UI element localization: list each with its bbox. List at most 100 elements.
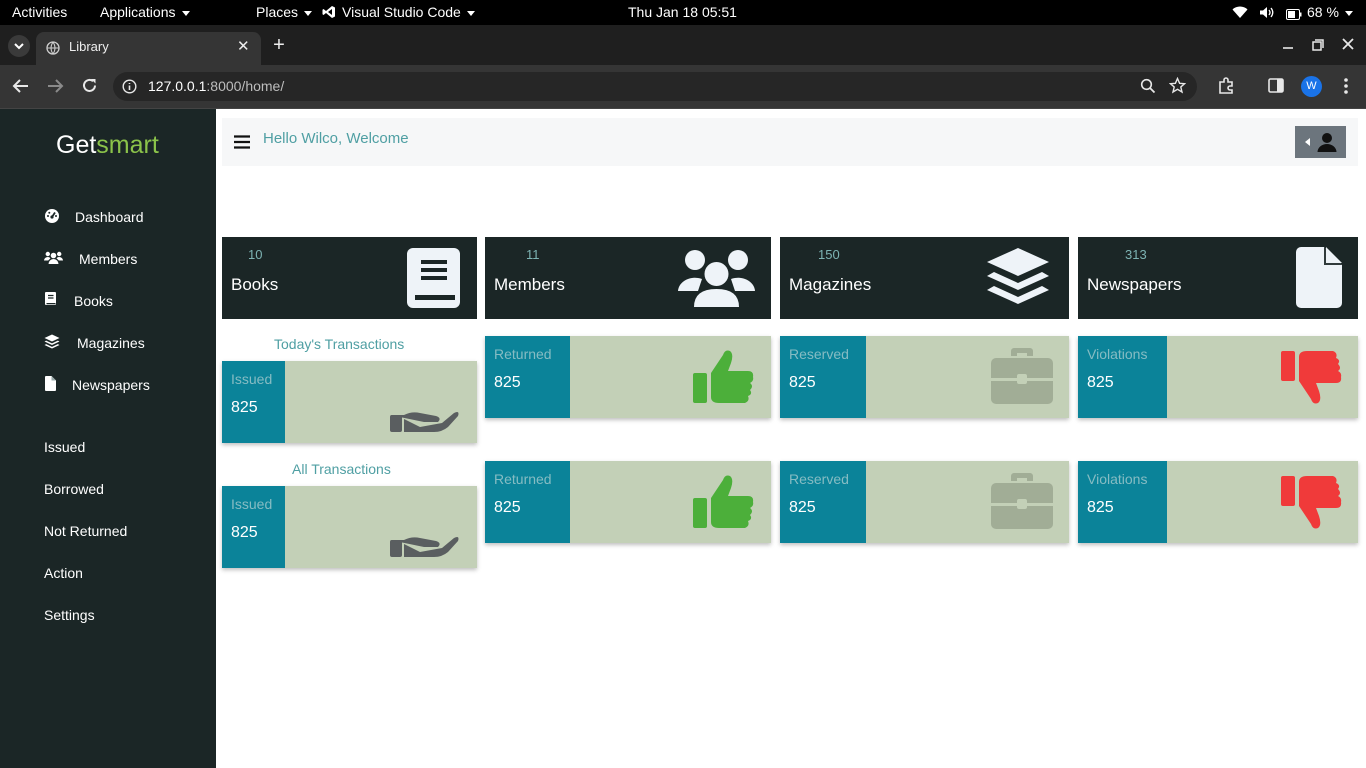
- clock[interactable]: Thu Jan 18 05:51: [628, 0, 737, 25]
- sidebar-item-issued[interactable]: Issued: [0, 435, 216, 461]
- restore-icon[interactable]: [1312, 38, 1324, 55]
- chevron-down-icon: [14, 43, 24, 50]
- stat-card-newspapers[interactable]: 313 Newspapers: [1078, 237, 1358, 319]
- card-label: Reserved: [789, 346, 849, 362]
- today-transactions-title: Today's Transactions: [274, 336, 405, 352]
- users-icon: [678, 250, 755, 307]
- all-reserved-card[interactable]: Reserved 825: [780, 461, 1069, 543]
- address-bar[interactable]: 127.0.0.1:8000/home/: [113, 72, 1197, 101]
- url-text: 127.0.0.1:8000/home/: [148, 78, 284, 94]
- user-icon: [1317, 133, 1337, 152]
- stat-card-books[interactable]: 10 Books: [222, 237, 477, 319]
- sidebar-item-label: Members: [79, 251, 138, 267]
- brand-logo[interactable]: Getsmart: [56, 131, 159, 160]
- stat-card-magazines[interactable]: 150 Magazines: [780, 237, 1069, 319]
- card-label: Reserved: [789, 471, 849, 487]
- sidebar-item-label: Not Returned: [44, 523, 128, 539]
- today-reserved-card[interactable]: Reserved 825: [780, 336, 1069, 418]
- active-app-menu[interactable]: Visual Studio Code: [322, 0, 475, 25]
- back-arrow-icon[interactable]: [12, 78, 30, 99]
- card-value: 825: [494, 499, 521, 516]
- wifi-icon[interactable]: [1232, 6, 1248, 22]
- battery-percent[interactable]: 68 %: [1307, 0, 1353, 25]
- sidebar-item-members[interactable]: Members: [0, 247, 216, 273]
- layers-icon: [987, 248, 1049, 304]
- reload-icon[interactable]: [81, 77, 98, 99]
- places-menu[interactable]: Places: [256, 0, 313, 25]
- sidebar-item-label: Magazines: [77, 335, 145, 351]
- star-icon[interactable]: [1169, 77, 1186, 94]
- brand-part-1: Get: [56, 131, 97, 159]
- user-dropdown-button[interactable]: [1295, 126, 1346, 158]
- close-tab-icon[interactable]: ✕: [237, 37, 250, 55]
- stat-label: Magazines: [789, 275, 872, 294]
- minimize-icon[interactable]: [1282, 37, 1294, 54]
- applications-menu[interactable]: Applications: [100, 0, 190, 25]
- thumbs-up-icon: [693, 475, 754, 528]
- sidebar-item-action[interactable]: Action: [0, 561, 216, 587]
- menu-kebab-icon[interactable]: [1340, 77, 1352, 100]
- sidebar: Getsmart Dashboard Members Books Magazin…: [0, 109, 216, 768]
- browser-tab[interactable]: Library ✕: [36, 32, 261, 65]
- all-violations-card[interactable]: Violations 825: [1078, 461, 1358, 543]
- extensions-icon[interactable]: [1217, 77, 1235, 100]
- hand-holding-icon: [390, 412, 459, 432]
- sidebar-item-books[interactable]: Books: [0, 289, 216, 315]
- side-panel-icon[interactable]: [1268, 78, 1284, 98]
- sidebar-item-borrowed[interactable]: Borrowed: [0, 477, 216, 503]
- sidebar-item-label: Dashboard: [75, 209, 144, 225]
- all-issued-card[interactable]: Issued 825: [222, 486, 477, 568]
- thumbs-down-icon: [1281, 476, 1342, 529]
- tab-title: Library: [69, 39, 109, 54]
- sidebar-item-label: Issued: [44, 439, 86, 455]
- stat-card-members[interactable]: 11 Members: [485, 237, 771, 319]
- forward-arrow-icon[interactable]: [46, 78, 64, 99]
- url-host: 127.0.0.1: [148, 78, 207, 94]
- globe-icon: [46, 41, 60, 55]
- url-path: :8000/home/: [206, 78, 285, 94]
- activities-button[interactable]: Activities: [12, 0, 67, 25]
- active-app-label: Visual Studio Code: [342, 4, 461, 20]
- stat-label: Books: [231, 275, 279, 294]
- sidebar-item-settings[interactable]: Settings: [0, 603, 216, 629]
- today-returned-card[interactable]: Returned 825: [485, 336, 771, 418]
- today-issued-card[interactable]: Issued 825: [222, 361, 477, 443]
- hamburger-menu-icon[interactable]: [234, 135, 250, 149]
- card-label: Returned: [494, 346, 552, 362]
- stat-count: 150: [818, 247, 840, 262]
- thumbs-down-icon: [1281, 351, 1342, 404]
- stat-count: 11: [526, 247, 540, 262]
- battery-label: 68 %: [1307, 4, 1339, 20]
- sidebar-item-newspapers[interactable]: Newspapers: [0, 373, 216, 399]
- sidebar-item-not-returned[interactable]: Not Returned: [0, 519, 216, 545]
- users-icon: [44, 251, 63, 264]
- card-value: 825: [494, 374, 521, 391]
- stat-label: Members: [494, 275, 565, 294]
- today-violations-card[interactable]: Violations 825: [1078, 336, 1358, 418]
- card-label: Violations: [1087, 346, 1148, 362]
- stat-label: Newspapers: [1087, 275, 1182, 294]
- site-info-icon[interactable]: [122, 79, 137, 94]
- tab-search-button[interactable]: [8, 35, 30, 57]
- card-value: 825: [789, 374, 816, 391]
- file-icon: [1296, 247, 1342, 308]
- all-returned-card[interactable]: Returned 825: [485, 461, 771, 543]
- close-window-icon[interactable]: [1342, 37, 1354, 54]
- new-tab-button[interactable]: +: [270, 35, 288, 55]
- book-icon: [45, 292, 56, 305]
- sidebar-item-label: Settings: [44, 607, 95, 623]
- profile-avatar[interactable]: W: [1301, 76, 1322, 97]
- sidebar-item-label: Borrowed: [44, 481, 104, 497]
- chevron-down-icon: [1344, 10, 1353, 16]
- sidebar-item-magazines[interactable]: Magazines: [0, 331, 216, 357]
- volume-icon[interactable]: [1259, 6, 1275, 22]
- thumbs-up-icon: [693, 350, 754, 403]
- zoom-icon[interactable]: [1140, 78, 1156, 94]
- card-value: 825: [1087, 374, 1114, 391]
- battery-icon[interactable]: [1286, 7, 1302, 23]
- card-label: Violations: [1087, 471, 1148, 487]
- stat-count: 10: [248, 247, 263, 262]
- chevron-down-icon: [181, 10, 190, 16]
- chevron-down-icon: [466, 10, 475, 16]
- sidebar-item-dashboard[interactable]: Dashboard: [0, 205, 216, 231]
